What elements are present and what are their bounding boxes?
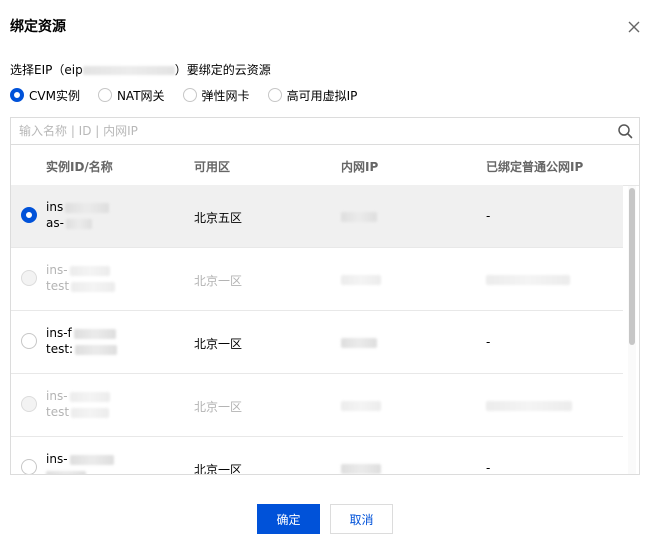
row-radio-button[interactable] xyxy=(21,459,37,474)
instance-name: test xyxy=(46,405,110,419)
column-header-instance: 实例ID/名称 xyxy=(46,160,113,174)
description-prefix: 选择EIP（eip xyxy=(10,63,83,77)
row-radio-button xyxy=(21,396,37,412)
zone-cell: 北京一区 xyxy=(194,337,243,351)
column-header-public-ip: 已绑定普通公网IP xyxy=(486,160,584,174)
instance-id: ins xyxy=(46,200,110,214)
radio-label: 高可用虚拟IP xyxy=(286,88,358,103)
private-ip-cell xyxy=(341,461,381,474)
column-header-private-ip: 内网IP xyxy=(341,160,379,174)
table-row: ins- test 北京一区 xyxy=(11,248,623,311)
description-suffix: ）要绑定的云资源 xyxy=(174,63,271,77)
search-input[interactable] xyxy=(19,118,609,144)
private-ip-cell xyxy=(341,335,377,349)
instance-id: ins- xyxy=(46,452,114,466)
zone-cell: 北京一区 xyxy=(194,274,243,288)
table-row: ins- test 北京一区 xyxy=(11,374,623,437)
resource-table: 实例ID/名称 可用区 内网IP 已绑定普通公网IP ins as- 北京五区 … xyxy=(10,145,640,475)
table-header: 实例ID/名称 可用区 内网IP 已绑定普通公网IP xyxy=(11,145,639,186)
public-ip-cell: - xyxy=(486,461,491,475)
zone-cell: 北京一区 xyxy=(194,463,243,475)
row-radio-button xyxy=(21,270,37,286)
instance-name: test: xyxy=(46,342,118,356)
instance-id: ins- xyxy=(46,389,110,403)
radio-button[interactable] xyxy=(97,88,112,102)
instance-name: as- xyxy=(46,216,92,230)
search-icon[interactable] xyxy=(617,123,633,139)
radio-label: 弹性网卡 xyxy=(201,88,250,103)
zone-cell: 北京一区 xyxy=(194,400,243,414)
instance-name: test xyxy=(46,279,116,293)
private-ip-cell xyxy=(341,209,377,223)
radio-button[interactable] xyxy=(10,88,24,102)
scrollbar-thumb[interactable] xyxy=(629,188,635,345)
radio-button[interactable] xyxy=(267,88,282,102)
table-row[interactable]: ins as- 北京五区 - xyxy=(11,185,623,248)
public-ip-cell: - xyxy=(486,209,491,223)
cancel-button[interactable]: 取消 xyxy=(330,504,393,534)
instance-name xyxy=(46,468,86,474)
radio-label: NAT网关 xyxy=(116,88,165,103)
dialog-description: 选择EIP（eip ）要绑定的云资源 xyxy=(10,61,271,78)
resource-type-group: CVM实例 NAT网关 弹性网卡 高可用虚拟IP xyxy=(10,86,375,104)
private-ip-cell xyxy=(341,398,381,412)
row-radio-button[interactable] xyxy=(21,207,37,223)
public-ip-cell: - xyxy=(486,335,491,349)
instance-id: ins- xyxy=(46,263,110,277)
public-ip-cell xyxy=(486,398,572,412)
private-ip-cell xyxy=(341,272,381,286)
radio-button[interactable] xyxy=(182,88,197,102)
public-ip-cell xyxy=(486,272,570,286)
bind-resource-dialog: 绑定资源 选择EIP（eip ）要绑定的云资源 CVM实例 NAT网关 弹性网卡 … xyxy=(0,0,666,552)
radio-nat[interactable]: NAT网关 xyxy=(97,87,165,104)
masked-eip-id xyxy=(82,66,175,75)
dialog-title: 绑定资源 xyxy=(10,19,66,35)
radio-eni[interactable]: 弹性网卡 xyxy=(182,87,250,104)
radio-havip[interactable]: 高可用虚拟IP xyxy=(267,87,358,104)
instance-id: ins-f xyxy=(46,326,116,340)
radio-label: CVM实例 xyxy=(29,88,80,103)
table-row[interactable]: ins- 北京一区 - xyxy=(11,437,623,475)
table-row[interactable]: ins-f test: 北京一区 - xyxy=(11,311,623,374)
row-radio-button[interactable] xyxy=(21,333,37,349)
search-box xyxy=(10,117,640,145)
column-header-zone: 可用区 xyxy=(194,160,231,174)
table-scrollbar[interactable] xyxy=(628,186,636,474)
confirm-button[interactable]: 确定 xyxy=(257,504,320,534)
radio-cvm[interactable]: CVM实例 xyxy=(10,87,80,104)
close-icon[interactable] xyxy=(626,19,642,35)
zone-cell: 北京五区 xyxy=(194,211,243,225)
